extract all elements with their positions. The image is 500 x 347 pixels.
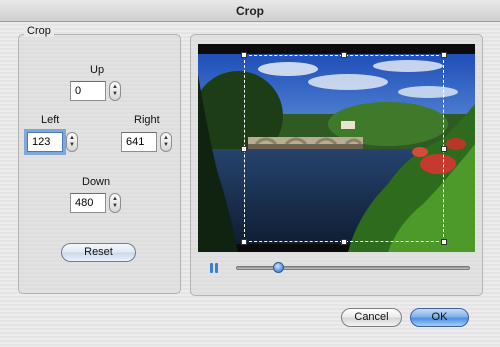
right-field-group: ▲ ▼ (121, 132, 172, 152)
right-stepper[interactable]: ▲ ▼ (160, 132, 172, 152)
cancel-button[interactable]: Cancel (341, 308, 402, 327)
crop-handle-bottom-left[interactable] (241, 239, 247, 245)
down-input[interactable] (70, 193, 106, 213)
ok-button[interactable]: OK (410, 308, 469, 327)
crop-handle-top[interactable] (341, 52, 347, 58)
down-field-group: ▲ ▼ (70, 193, 121, 213)
right-label: Right (134, 114, 160, 126)
stepper-down-arrow-icon[interactable]: ▼ (112, 203, 118, 210)
pause-icon[interactable] (207, 261, 221, 275)
left-stepper[interactable]: ▲ ▼ (66, 132, 78, 152)
crop-selection-rectangle[interactable] (244, 55, 444, 242)
playback-slider-track[interactable] (236, 266, 470, 270)
right-input[interactable] (121, 132, 157, 152)
stepper-up-arrow-icon[interactable]: ▲ (112, 196, 118, 203)
window-titlebar[interactable]: Crop (0, 0, 500, 22)
pause-bar-right (215, 263, 218, 273)
reset-button[interactable]: Reset (61, 243, 136, 262)
stepper-down-arrow-icon[interactable]: ▼ (112, 91, 118, 98)
up-input[interactable] (70, 81, 106, 101)
crop-handle-left[interactable] (241, 146, 247, 152)
up-field-group: ▲ ▼ (70, 81, 121, 101)
stepper-up-arrow-icon[interactable]: ▲ (112, 84, 118, 91)
playback-slider-knob[interactable] (273, 262, 284, 273)
crop-group-title: Crop (24, 25, 54, 37)
up-stepper[interactable]: ▲ ▼ (109, 81, 121, 101)
crop-handle-bottom[interactable] (341, 239, 347, 245)
stepper-down-arrow-icon[interactable]: ▼ (69, 142, 75, 149)
crop-handle-right[interactable] (441, 146, 447, 152)
down-label: Down (82, 176, 111, 188)
left-field-group: ▲ ▼ (27, 132, 78, 152)
left-label: Left (41, 114, 60, 126)
stepper-up-arrow-icon[interactable]: ▲ (163, 135, 169, 142)
up-label: Up (90, 64, 105, 76)
crop-handle-top-left[interactable] (241, 52, 247, 58)
stepper-up-arrow-icon[interactable]: ▲ (69, 135, 75, 142)
window-title: Crop (236, 4, 264, 18)
down-stepper[interactable]: ▲ ▼ (109, 193, 121, 213)
left-input[interactable] (27, 132, 63, 152)
pause-bar-left (210, 263, 213, 273)
stepper-down-arrow-icon[interactable]: ▼ (163, 142, 169, 149)
crop-handle-bottom-right[interactable] (441, 239, 447, 245)
crop-handle-top-right[interactable] (441, 52, 447, 58)
